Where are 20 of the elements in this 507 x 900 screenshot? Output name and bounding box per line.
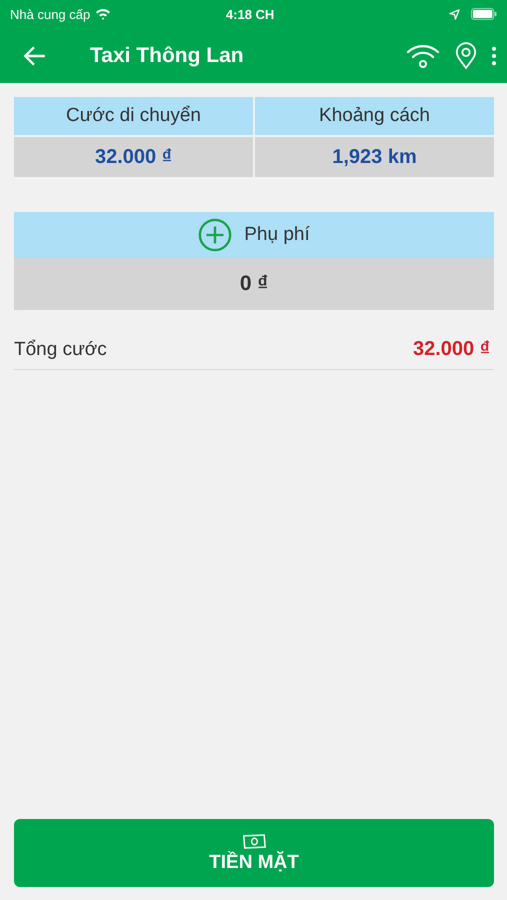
total-amount: 32.000 ₫ xyxy=(413,338,490,361)
more-button[interactable] xyxy=(491,46,497,66)
wifi-signal-icon xyxy=(95,8,112,20)
location-button[interactable] xyxy=(455,42,477,70)
status-time: 4:18 CH xyxy=(226,6,274,22)
screen-title: Taxi Thông Lan xyxy=(90,44,245,68)
more-vertical-icon xyxy=(491,46,497,66)
surcharge-amount: 0 ₫ xyxy=(14,258,494,310)
carrier-name: Nhà cung cấp xyxy=(10,6,90,22)
map-pin-icon xyxy=(455,42,477,70)
table-cell: 32.000 ₫ xyxy=(14,137,253,177)
table-header-cell: Khoảng cách xyxy=(255,97,494,135)
battery-icon xyxy=(471,8,497,20)
location-arrow-icon xyxy=(449,8,460,20)
table-cell: 1,923 km xyxy=(255,137,494,177)
table-header-cell: Cước di chuyển xyxy=(14,97,253,135)
total-label: Tổng cước xyxy=(14,338,107,360)
plus-circle-icon xyxy=(198,218,232,252)
add-surcharge-button[interactable]: Phụ phí xyxy=(14,212,494,258)
banknote-icon xyxy=(241,832,267,850)
